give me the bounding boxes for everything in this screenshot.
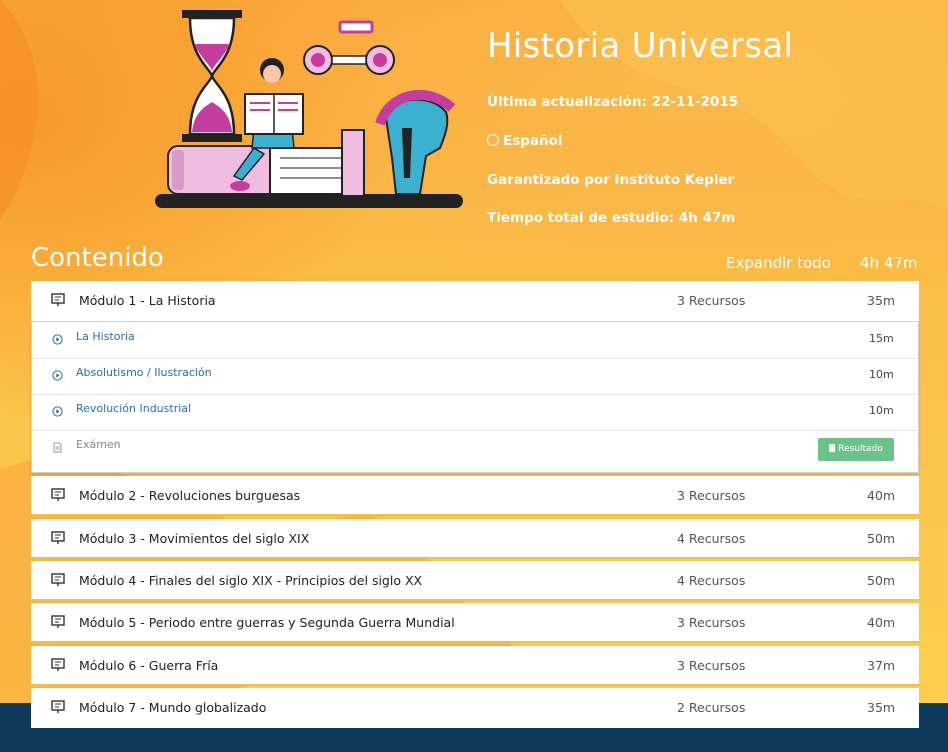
- study-time: Tiempo total de estudio: 4h 47m: [487, 210, 736, 226]
- module-label: Módulo 2 - Revoluciones burguesas: [79, 488, 301, 503]
- module-duration: 50m: [867, 531, 896, 546]
- module-row-4[interactable]: Módulo 4 - Finales del siglo XIX - Princ…: [31, 561, 919, 601]
- module-label: Módulo 3 - Movimientos del siglo XIX: [79, 531, 310, 546]
- lesson-label[interactable]: La Historia: [76, 330, 135, 343]
- module-resources: 3 Recursos: [677, 488, 746, 503]
- exam-item: Exámen: [32, 430, 918, 472]
- module-label: Módulo 7 - Mundo globalizado: [79, 700, 267, 715]
- presentation-icon: [51, 615, 65, 628]
- course-guarantee: Garantizado por Instituto Kepler: [487, 172, 735, 188]
- course-language: Español: [487, 133, 563, 149]
- module-duration: 37m: [867, 658, 896, 673]
- lesson-duration: 10m: [869, 368, 894, 381]
- module-row-6[interactable]: Módulo 6 - Guerra Fría 3 Recursos 37m: [31, 646, 919, 686]
- expand-all-link[interactable]: Expandir todo: [726, 254, 831, 272]
- presentation-icon: [51, 658, 65, 671]
- presentation-icon: [51, 488, 65, 501]
- file-icon: [829, 444, 836, 452]
- module-resources: 2 Recursos: [677, 700, 746, 715]
- contents-total-time: 4h 47m: [860, 254, 918, 272]
- module-resources: 3 Recursos: [677, 658, 746, 673]
- module-resources: 3 Recursos: [677, 615, 746, 630]
- lesson-item[interactable]: Revolución Industrial 10m: [32, 394, 918, 431]
- last-updated: Última actualización: 22-11-2015: [487, 94, 739, 110]
- lesson-label[interactable]: Absolutismo / Ilustración: [76, 366, 212, 379]
- presentation-icon: [51, 531, 65, 544]
- module-duration: 50m: [867, 573, 896, 588]
- module-duration: 35m: [867, 293, 896, 308]
- lesson-duration: 10m: [869, 404, 894, 417]
- module-row-5[interactable]: Módulo 5 - Periodo entre guerras y Segun…: [31, 603, 919, 643]
- module-resources: 4 Recursos: [677, 531, 746, 546]
- module-row-7[interactable]: Módulo 7 - Mundo globalizado 2 Recursos …: [31, 688, 919, 728]
- play-circle-icon: [52, 370, 63, 381]
- language-label: Español: [503, 133, 563, 149]
- module-label: Módulo 4 - Finales del siglo XIX - Princ…: [79, 573, 423, 588]
- course-title: Historia Universal: [487, 26, 794, 66]
- module-label: Módulo 6 - Guerra Fría: [79, 658, 219, 673]
- presentation-icon: [51, 293, 65, 306]
- module-resources: 3 Recursos: [677, 293, 746, 308]
- play-circle-icon: [52, 334, 63, 345]
- lesson-label[interactable]: Revolución Industrial: [76, 402, 191, 415]
- presentation-icon: [51, 573, 65, 586]
- course-illustration: [155, 10, 463, 208]
- lesson-duration: 15m: [869, 332, 894, 345]
- lesson-item[interactable]: La Historia 15m: [32, 322, 918, 359]
- speech-bubble-icon: [487, 134, 499, 146]
- lesson-item[interactable]: Absolutismo / Ilustración 10m: [32, 358, 918, 395]
- module-duration: 40m: [867, 488, 896, 503]
- result-button-label: Resultado: [838, 444, 883, 454]
- module-label: Módulo 1 - La Historia: [79, 293, 216, 308]
- module-row-3[interactable]: Módulo 3 - Movimientos del siglo XIX 4 R…: [31, 519, 919, 559]
- module-row-1[interactable]: Módulo 1 - La Historia 3 Recursos 35m: [31, 281, 919, 321]
- module-1-items: La Historia 15m Absolutismo / Ilustració…: [31, 321, 919, 473]
- presentation-icon: [51, 700, 65, 713]
- module-duration: 40m: [867, 615, 896, 630]
- contents-heading: Contenido: [31, 243, 164, 273]
- module-row-2[interactable]: Módulo 2 - Revoluciones burguesas 3 Recu…: [31, 476, 919, 516]
- result-button[interactable]: Resultado: [818, 438, 894, 461]
- module-resources: 4 Recursos: [677, 573, 746, 588]
- module-label: Módulo 5 - Periodo entre guerras y Segun…: [79, 615, 455, 630]
- document-icon: [53, 442, 62, 453]
- play-circle-icon: [52, 406, 63, 417]
- exam-label: Exámen: [76, 438, 121, 451]
- module-duration: 35m: [867, 700, 896, 715]
